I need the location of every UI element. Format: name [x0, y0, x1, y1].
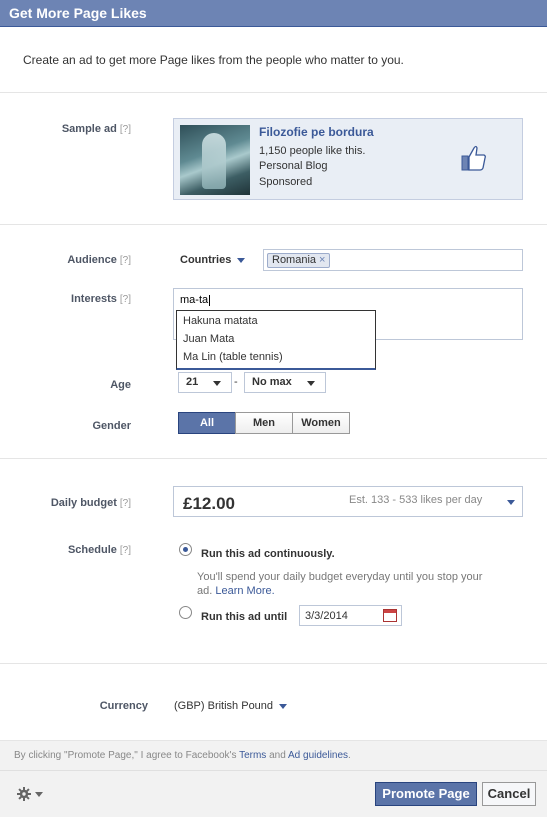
remove-token-icon[interactable]: × — [319, 254, 325, 266]
age-min-select[interactable]: 21 — [178, 372, 232, 393]
sample-ad-preview: Filozofie pe bordura 1,150 people like t… — [173, 118, 523, 200]
run-continuously-radio[interactable] — [179, 543, 192, 556]
sample-ad-sponsored: Sponsored — [259, 176, 313, 188]
budget-select[interactable]: £12.00 Est. 133 - 533 likes per day — [173, 486, 523, 517]
age-max-select[interactable]: No max — [244, 372, 326, 393]
interests-label: Interests [?] — [71, 293, 131, 305]
chevron-down-icon — [213, 381, 221, 386]
country-input[interactable]: Romania × — [263, 249, 523, 271]
terms-text: By clicking "Promote Page," I agree to F… — [14, 750, 351, 761]
suggestion-item[interactable]: Hakuna matata — [183, 315, 258, 327]
dialog-header: Get More Page Likes — [0, 0, 547, 27]
age-separator: - — [234, 376, 238, 388]
interests-suggestions: Hakuna matata Juan Mata Ma Lin (table te… — [176, 310, 376, 370]
chevron-down-icon — [307, 381, 315, 386]
terms-bar: By clicking "Promote Page," I agree to F… — [0, 740, 547, 771]
sample-ad-category: Personal Blog — [259, 160, 328, 172]
chevron-down-icon — [507, 500, 515, 505]
thumbs-up-icon — [461, 145, 486, 171]
terms-link[interactable]: Terms — [239, 750, 266, 761]
audience-type-select[interactable]: Countries — [180, 254, 246, 266]
gender-label: Gender — [92, 420, 131, 432]
run-until-label[interactable]: Run this ad until — [201, 611, 287, 623]
interests-value: ma-ta — [180, 294, 209, 306]
help-icon[interactable]: [?] — [120, 124, 131, 135]
divider — [0, 663, 547, 664]
run-until-radio[interactable] — [179, 606, 192, 619]
help-icon[interactable]: [?] — [120, 498, 131, 509]
end-date-input[interactable]: 3/3/2014 — [299, 605, 402, 626]
sample-ad-label: Sample ad [?] — [61, 123, 131, 135]
budget-value: £12.00 — [183, 494, 235, 513]
dialog-title: Get More Page Likes — [9, 5, 147, 21]
divider — [0, 458, 547, 459]
suggestion-item[interactable]: Juan Mata — [183, 333, 234, 345]
calendar-icon[interactable] — [383, 609, 397, 622]
help-icon[interactable]: [?] — [120, 294, 131, 305]
cancel-button[interactable]: Cancel — [482, 782, 536, 806]
currency-label: Currency — [99, 700, 148, 712]
gender-men-button[interactable]: Men — [235, 412, 293, 434]
chevron-down-icon — [279, 703, 288, 709]
schedule-label: Schedule [?] — [67, 544, 131, 556]
divider — [0, 224, 547, 225]
sample-ad-page-name[interactable]: Filozofie pe bordura — [259, 125, 374, 139]
gender-women-button[interactable]: Women — [292, 412, 350, 434]
help-icon[interactable]: [?] — [120, 545, 131, 556]
budget-label: Daily budget [?] — [50, 497, 131, 509]
gear-icon[interactable] — [17, 786, 47, 802]
help-icon[interactable]: [?] — [120, 255, 131, 266]
gender-all-button[interactable]: All — [178, 412, 236, 434]
divider — [0, 92, 547, 93]
audience-label: Audience [?] — [67, 254, 131, 266]
currency-select[interactable]: (GBP) British Pound — [174, 700, 288, 712]
budget-estimate: Est. 133 - 533 likes per day — [349, 494, 483, 506]
country-token: Romania × — [267, 253, 331, 268]
learn-more-link[interactable]: Learn More. — [215, 585, 274, 597]
sample-ad-likes: 1,150 people like this. — [259, 145, 366, 157]
schedule-note: You'll spend your daily budget everyday … — [197, 571, 483, 597]
suggestion-item[interactable]: Ma Lin (table tennis) — [183, 351, 283, 363]
intro-text: Create an ad to get more Page likes from… — [23, 53, 404, 67]
sample-ad-image — [180, 125, 250, 195]
run-continuously-label[interactable]: Run this ad continuously. — [201, 548, 335, 560]
end-date-value: 3/3/2014 — [305, 610, 348, 622]
promote-page-button[interactable]: Promote Page — [375, 782, 477, 806]
age-label: Age — [110, 379, 131, 391]
ad-guidelines-link[interactable]: Ad guidelines — [288, 750, 348, 761]
chevron-down-icon — [237, 257, 246, 263]
